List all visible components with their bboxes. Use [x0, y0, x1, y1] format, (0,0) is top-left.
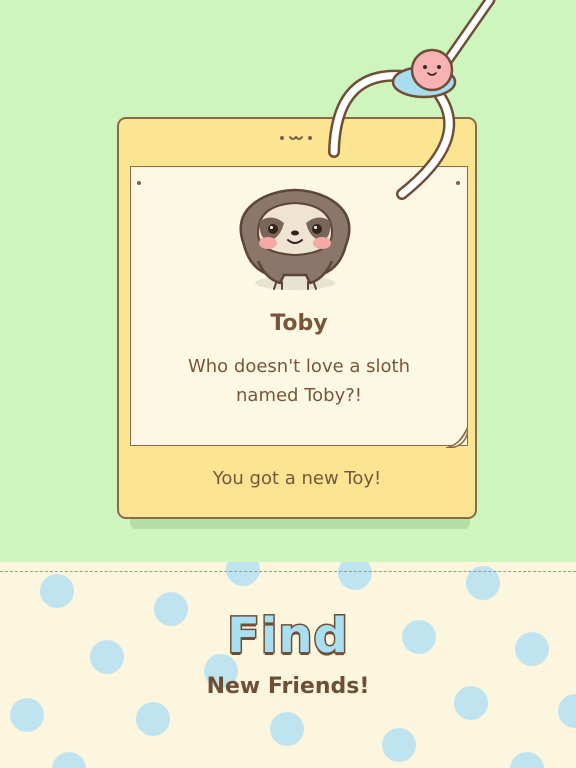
section-divider	[0, 571, 576, 572]
polka-dot	[510, 752, 544, 768]
reward-message: You got a new Toy!	[212, 468, 382, 489]
polka-dot	[136, 702, 170, 736]
toy-description-line: named Toby?!	[236, 385, 362, 406]
polka-dot	[338, 562, 372, 590]
page-curl-icon	[446, 426, 468, 448]
polka-dot	[270, 712, 304, 746]
toy-description-line: Who doesn't love a sloth	[187, 356, 411, 377]
toy-description: Who doesn't love a sloth named Toby?!	[150, 352, 448, 410]
headline-title: Find	[226, 607, 350, 666]
headline-subtitle: New Friends!	[206, 674, 370, 699]
promo-headline: Find	[0, 607, 576, 666]
polka-dot	[10, 698, 44, 732]
toy-name: Toby	[270, 311, 328, 336]
polka-dot	[382, 728, 416, 762]
polka-dot	[226, 562, 260, 586]
polka-dot	[40, 574, 74, 608]
polka-dot	[52, 752, 86, 768]
claw-machine-icon	[328, 0, 496, 200]
bottom-background	[0, 562, 576, 768]
note-pin	[137, 181, 141, 185]
polka-dot	[558, 694, 576, 728]
